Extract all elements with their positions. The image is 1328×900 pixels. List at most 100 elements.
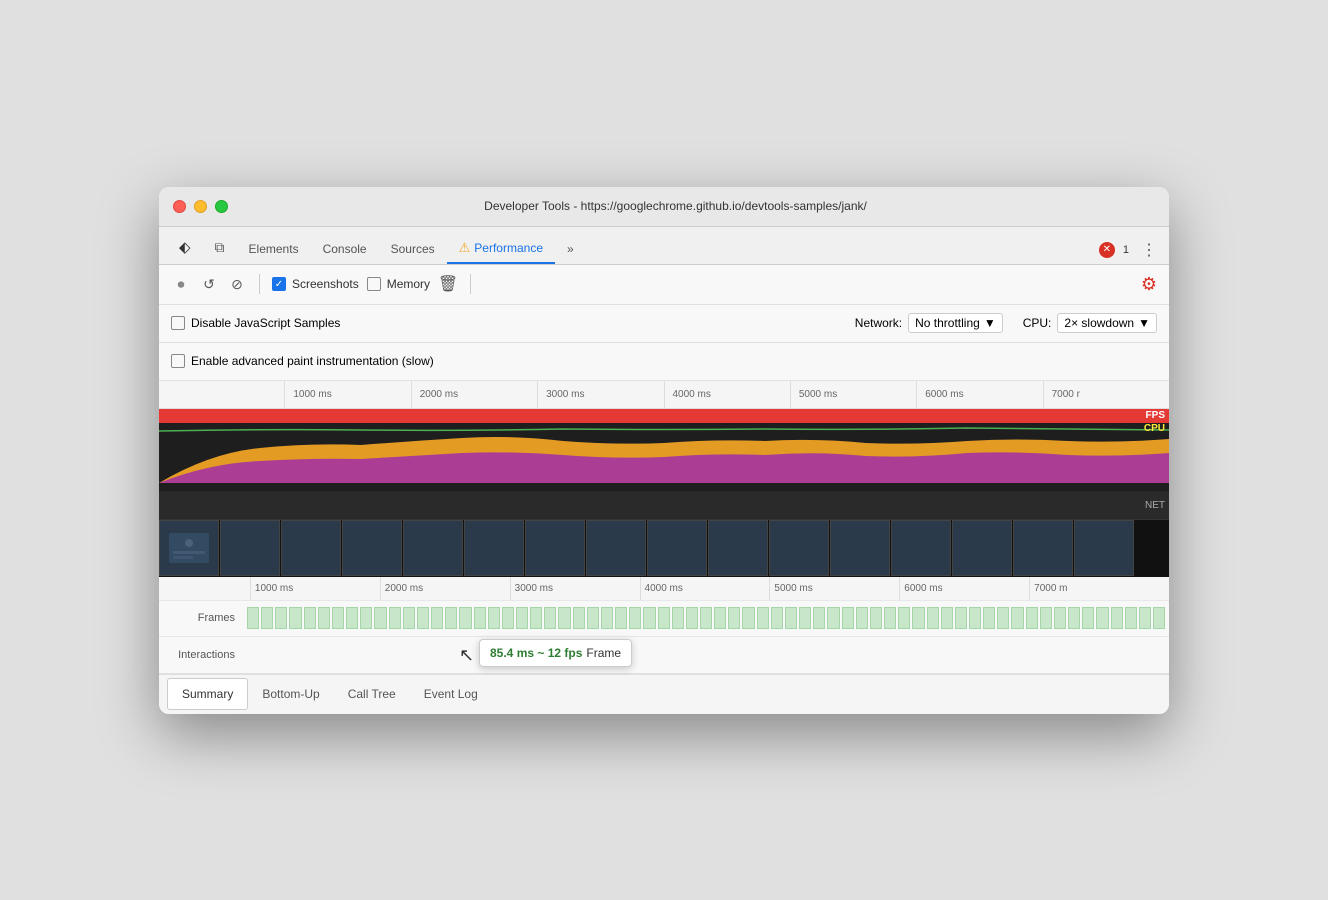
frame-block: [573, 607, 585, 629]
screenshot-2: [281, 520, 341, 576]
advanced-paint-checkbox[interactable]: [171, 354, 185, 368]
frame-block: [941, 607, 953, 629]
ruler-mark-5: 5000 ms: [790, 381, 916, 408]
frame-block: [1068, 607, 1080, 629]
frame-block: [856, 607, 868, 629]
ruler2-mark-3: 3000 ms: [510, 577, 640, 600]
settings-button[interactable]: ⚙: [1141, 274, 1157, 294]
frame-block: [912, 607, 924, 629]
error-icon: ✕: [1099, 242, 1115, 258]
frame-block: [742, 607, 754, 629]
frame-block: [799, 607, 811, 629]
frame-block: [360, 607, 372, 629]
chevron-down-icon: ▼: [984, 316, 996, 330]
more-button[interactable]: ⋮: [1137, 240, 1161, 260]
fps-bar: [159, 409, 1169, 423]
frame-block: [261, 607, 273, 629]
frame-block: [813, 607, 825, 629]
tab-sources[interactable]: Sources: [379, 236, 447, 264]
tooltip-fps: 85.4 ms ~ 12 fps: [490, 646, 582, 660]
memory-checkbox[interactable]: [367, 277, 381, 291]
screenshot-13: [952, 520, 1012, 576]
network-dropdown[interactable]: No throttling ▼: [908, 313, 1003, 333]
tab-performance[interactable]: ⚠ Performance: [447, 234, 555, 264]
ruler2-mark-5: 5000 ms: [769, 577, 899, 600]
ruler2-mark-4: 4000 ms: [640, 577, 770, 600]
screenshots-checkbox[interactable]: [272, 277, 286, 291]
frame-block: [1139, 607, 1151, 629]
screenshot-1: [220, 520, 280, 576]
frame-block: [785, 607, 797, 629]
screenshot-4: [403, 520, 463, 576]
options-row2: Enable advanced paint instrumentation (s…: [159, 343, 1169, 381]
tab-summary[interactable]: Summary: [167, 678, 248, 710]
frame-block: [1096, 607, 1108, 629]
frame-block: [771, 607, 783, 629]
frame-block: [445, 607, 457, 629]
cpu-svg: [159, 423, 1169, 483]
frame-block: [1111, 607, 1123, 629]
devtools-window: Developer Tools - https://googlechrome.g…: [159, 187, 1169, 714]
toolbar-right: ⚙: [1141, 274, 1157, 295]
screenshot-9: [708, 520, 768, 576]
frame-block: [997, 607, 1009, 629]
frames-area: 1000 ms 2000 ms 3000 ms 4000 ms 5000 ms …: [159, 577, 1169, 674]
frame-tooltip: 85.4 ms ~ 12 fps Frame: [479, 639, 632, 667]
tab-call-tree[interactable]: Call Tree: [334, 679, 410, 709]
tabs-bar: ⬖ ⧉ Elements Console Sources ⚠ Performan…: [159, 227, 1169, 265]
ruler-marks: 1000 ms 2000 ms 3000 ms 4000 ms 5000 ms …: [159, 381, 1169, 408]
screenshots-label: Screenshots: [292, 277, 359, 291]
frame-block: [544, 607, 556, 629]
cpu-chart: [159, 423, 1169, 483]
timeline-ruler2: 1000 ms 2000 ms 3000 ms 4000 ms 5000 ms …: [159, 577, 1169, 601]
tab-elements[interactable]: Elements: [237, 236, 311, 264]
frame-block: [374, 607, 386, 629]
device-toggle[interactable]: ⧉: [203, 233, 237, 264]
tab-console[interactable]: Console: [311, 236, 379, 264]
divider2: [470, 274, 471, 294]
ruler2-mark-7: 7000 m: [1029, 577, 1159, 600]
clear-button[interactable]: ⊘: [227, 274, 247, 294]
performance-toolbar: ⏺ ↺ ⊘ Screenshots Memory 🗑 ⚙: [159, 265, 1169, 305]
frame-block: [927, 607, 939, 629]
ruler2-mark-1: 1000 ms: [250, 577, 380, 600]
disable-js-checkbox[interactable]: [171, 316, 185, 330]
window-title: Developer Tools - https://googlechrome.g…: [196, 199, 1155, 213]
record-button[interactable]: ⏺: [171, 274, 191, 294]
frame-block: [1011, 607, 1023, 629]
tab-bottom-up[interactable]: Bottom-Up: [248, 679, 333, 709]
frame-block: [558, 607, 570, 629]
tab-event-log[interactable]: Event Log: [410, 679, 492, 709]
screenshot-10: [769, 520, 829, 576]
screenshot-icon: [169, 533, 209, 563]
frame-block: [289, 607, 301, 629]
frame-block: [686, 607, 698, 629]
frame-block: [403, 607, 415, 629]
frame-block: [587, 607, 599, 629]
tabs-right: ✕ 1 ⋮: [1099, 240, 1161, 264]
frame-block: [983, 607, 995, 629]
divider: [259, 274, 260, 294]
frame-block: [955, 607, 967, 629]
tab-more[interactable]: »: [555, 236, 586, 264]
cursor-tool[interactable]: ⬖: [167, 232, 203, 264]
frame-block: [870, 607, 882, 629]
timeline-ruler: 1000 ms 2000 ms 3000 ms 4000 ms 5000 ms …: [159, 381, 1169, 409]
frame-block: [417, 607, 429, 629]
frame-block: [1082, 607, 1094, 629]
cpu-dropdown[interactable]: 2× slowdown ▼: [1057, 313, 1157, 333]
net-label: NET: [1145, 500, 1165, 511]
frame-block: [1040, 607, 1052, 629]
advanced-paint-option: Enable advanced paint instrumentation (s…: [171, 354, 434, 368]
frame-block: [969, 607, 981, 629]
ruler-mark-2: 2000 ms: [411, 381, 537, 408]
advanced-paint-label: Enable advanced paint instrumentation (s…: [191, 354, 434, 368]
trash-button[interactable]: 🗑: [438, 274, 458, 294]
close-button[interactable]: [173, 200, 186, 213]
memory-group: Memory: [367, 277, 430, 291]
reload-button[interactable]: ↺: [199, 274, 219, 294]
frame-block: [757, 607, 769, 629]
screenshot-3: [342, 520, 402, 576]
chart-area[interactable]: FPS CPU NET: [159, 409, 1169, 519]
frame-block: [318, 607, 330, 629]
